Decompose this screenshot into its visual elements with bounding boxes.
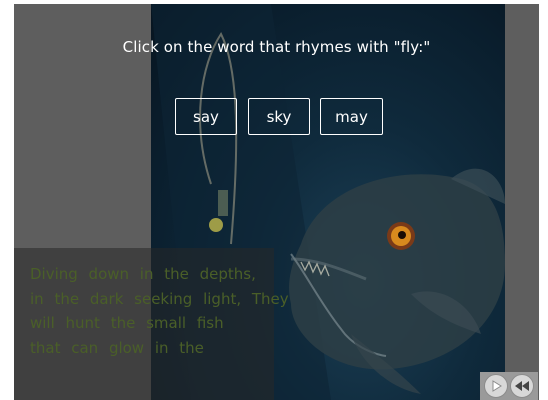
play-button[interactable] <box>484 374 508 398</box>
story-line: Diving down in the depths, <box>30 265 256 283</box>
choice-say-button[interactable]: say <box>175 98 237 135</box>
quiz-question: Click on the word that rhymes with "fly:… <box>122 38 431 56</box>
playback-controls <box>480 372 538 400</box>
choice-sky-button[interactable]: sky <box>248 98 310 135</box>
story-line: that can glow in the <box>30 338 204 357</box>
app-frame: Click on the word that rhymes with "fly:… <box>0 0 548 400</box>
right-gray-panel <box>505 4 539 400</box>
answer-choices: say sky may <box>14 98 539 138</box>
story-line: will hunt the small fish <box>30 314 224 333</box>
rewind-icon <box>515 381 529 391</box>
play-icon <box>492 380 502 392</box>
rewind-button[interactable] <box>510 374 534 398</box>
story-stage: Click on the word that rhymes with "fly:… <box>14 4 539 400</box>
story-line: in the dark seeking light, They <box>30 289 289 308</box>
story-text: Diving down in the depths, in the dark s… <box>30 262 289 360</box>
choice-may-button[interactable]: may <box>320 98 383 135</box>
